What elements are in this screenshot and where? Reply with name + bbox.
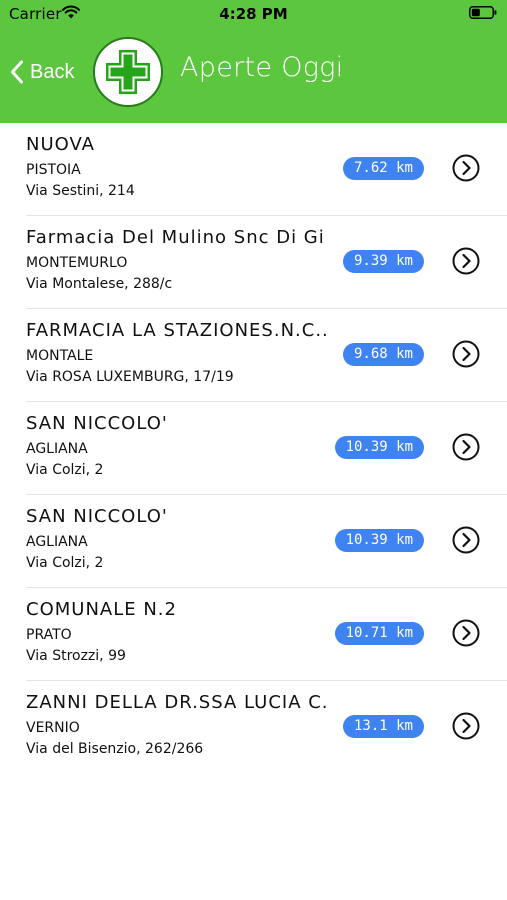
back-label: Back: [30, 60, 75, 83]
pharmacy-name: SAN NICCOLO': [26, 506, 168, 527]
list-item[interactable]: ZANNI DELLA DR.SSA LUCIA C... VERNIO Via…: [0, 681, 507, 774]
list-item[interactable]: Farmacia Del Mulino Snc Di Gi... MONTEMU…: [0, 216, 507, 309]
pharmacy-address: Via Sestini, 214: [26, 183, 135, 199]
chevron-right-circle-icon[interactable]: [452, 154, 480, 182]
pharmacy-city: PISTOIA: [26, 162, 81, 178]
chevron-right-circle-icon[interactable]: [452, 247, 480, 275]
pharmacy-address: Via del Bisenzio, 262/266: [26, 741, 204, 757]
distance-badge: 10.39 km: [334, 529, 424, 552]
pharmacy-city: PRATO: [26, 627, 72, 643]
chevron-right-circle-icon[interactable]: [452, 526, 480, 554]
pharmacy-city: AGLIANA: [26, 534, 88, 550]
pharmacy-address: Via Strozzi, 99: [26, 648, 126, 664]
battery-icon: [469, 6, 497, 19]
chevron-right-circle-icon[interactable]: [452, 433, 480, 461]
chevron-right-circle-icon[interactable]: [452, 712, 480, 740]
pharmacy-name: ZANNI DELLA DR.SSA LUCIA C...: [26, 692, 326, 713]
page-title: Aperte Oggi: [180, 52, 344, 83]
header: Carrier 4:28 PM Back Aperte Oggi: [0, 0, 507, 123]
screen: Carrier 4:28 PM Back Aperte Oggi NUOVA P…: [0, 0, 507, 900]
distance-badge: 9.39 km: [342, 250, 424, 273]
list-item[interactable]: SAN NICCOLO' AGLIANA Via Colzi, 2 10.39 …: [0, 495, 507, 588]
navigation-bar: Back Aperte Oggi: [0, 28, 507, 123]
chevron-right-circle-icon[interactable]: [452, 619, 480, 647]
pharmacy-address: Via Colzi, 2: [26, 555, 104, 571]
list-item[interactable]: COMUNALE N.2 PRATO Via Strozzi, 99 10.71…: [0, 588, 507, 681]
chevron-left-icon: [11, 60, 23, 84]
pharmacy-city: AGLIANA: [26, 441, 88, 457]
pharmacy-address: Via ROSA LUXEMBURG, 17/19: [26, 369, 234, 385]
pharmacy-name: COMUNALE N.2: [26, 599, 177, 620]
pharmacy-list: NUOVA PISTOIA Via Sestini, 214 7.62 km F…: [0, 123, 507, 774]
pharmacy-name: Farmacia Del Mulino Snc Di Gi...: [26, 227, 326, 248]
list-item[interactable]: SAN NICCOLO' AGLIANA Via Colzi, 2 10.39 …: [0, 402, 507, 495]
distance-badge: 10.71 km: [334, 622, 424, 645]
chevron-right-circle-icon[interactable]: [452, 340, 480, 368]
pharmacy-cross-logo: [93, 37, 163, 107]
list-item[interactable]: FARMACIA LA STAZIONES.N.C... MONTALE Via…: [0, 309, 507, 402]
distance-badge: 13.1 km: [342, 715, 424, 738]
back-button[interactable]: Back: [10, 57, 74, 87]
distance-badge: 10.39 km: [334, 436, 424, 459]
pharmacy-name: FARMACIA LA STAZIONES.N.C...: [26, 320, 326, 341]
distance-badge: 7.62 km: [342, 157, 424, 180]
status-bar: Carrier 4:28 PM: [0, 0, 507, 28]
pharmacy-name: NUOVA: [26, 134, 95, 155]
distance-badge: 9.68 km: [342, 343, 424, 366]
pharmacy-city: MONTALE: [26, 348, 94, 364]
pharmacy-address: Via Montalese, 288/c: [26, 276, 173, 292]
pharmacy-city: VERNIO: [26, 720, 80, 736]
list-item[interactable]: NUOVA PISTOIA Via Sestini, 214 7.62 km: [0, 123, 507, 216]
pharmacy-name: SAN NICCOLO': [26, 413, 168, 434]
pharmacy-city: MONTEMURLO: [26, 255, 128, 271]
status-time: 4:28 PM: [219, 5, 288, 23]
pharmacy-address: Via Colzi, 2: [26, 462, 104, 478]
